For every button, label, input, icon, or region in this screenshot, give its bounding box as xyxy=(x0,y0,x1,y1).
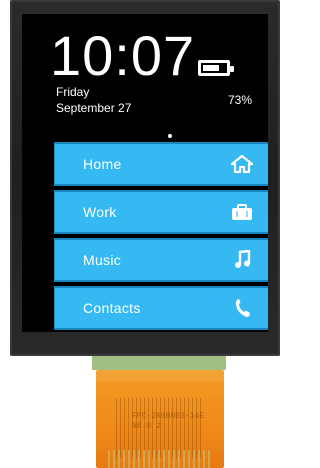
menu-item-label: Home xyxy=(83,156,122,172)
fpc-neck xyxy=(92,356,226,370)
fpc-window xyxy=(96,370,224,382)
date-label: September 27 xyxy=(56,101,132,115)
flex-cable: FPC-2R0BN03-14E N8.0 2 xyxy=(96,370,224,468)
fpc-label: FPC-2R0BN03-14E N8.0 2 xyxy=(132,412,204,432)
music-note-icon xyxy=(229,247,255,273)
fpc-label-line1: FPC-2R0BN03-14E xyxy=(132,412,205,421)
day-label: Friday xyxy=(56,85,90,99)
lcd-module: 10:07 Friday September 27 73% Home Work xyxy=(0,0,282,468)
display-screen: 10:07 Friday September 27 73% Home Work xyxy=(22,14,268,332)
menu-item-contacts[interactable]: Contacts xyxy=(54,286,268,330)
menu-item-work[interactable]: Work xyxy=(54,190,268,234)
menu-item-music[interactable]: Music xyxy=(54,238,268,282)
briefcase-icon xyxy=(229,199,255,225)
fpc-label-line2: N8.0 2 xyxy=(132,422,161,431)
clock-time: 10:07 xyxy=(50,24,196,87)
menu-item-label: Contacts xyxy=(83,300,141,316)
page-indicator-dot xyxy=(168,134,172,138)
menu-item-label: Work xyxy=(83,204,117,220)
home-icon xyxy=(229,151,255,177)
battery-percent: 73% xyxy=(228,93,253,107)
battery-level xyxy=(203,65,220,71)
battery-icon xyxy=(198,60,234,76)
menu-item-home[interactable]: Home xyxy=(54,142,268,186)
fpc-contacts xyxy=(108,450,212,468)
main-menu: Home Work Music Contacts xyxy=(54,142,268,330)
menu-item-label: Music xyxy=(83,252,122,268)
phone-icon xyxy=(229,295,255,321)
